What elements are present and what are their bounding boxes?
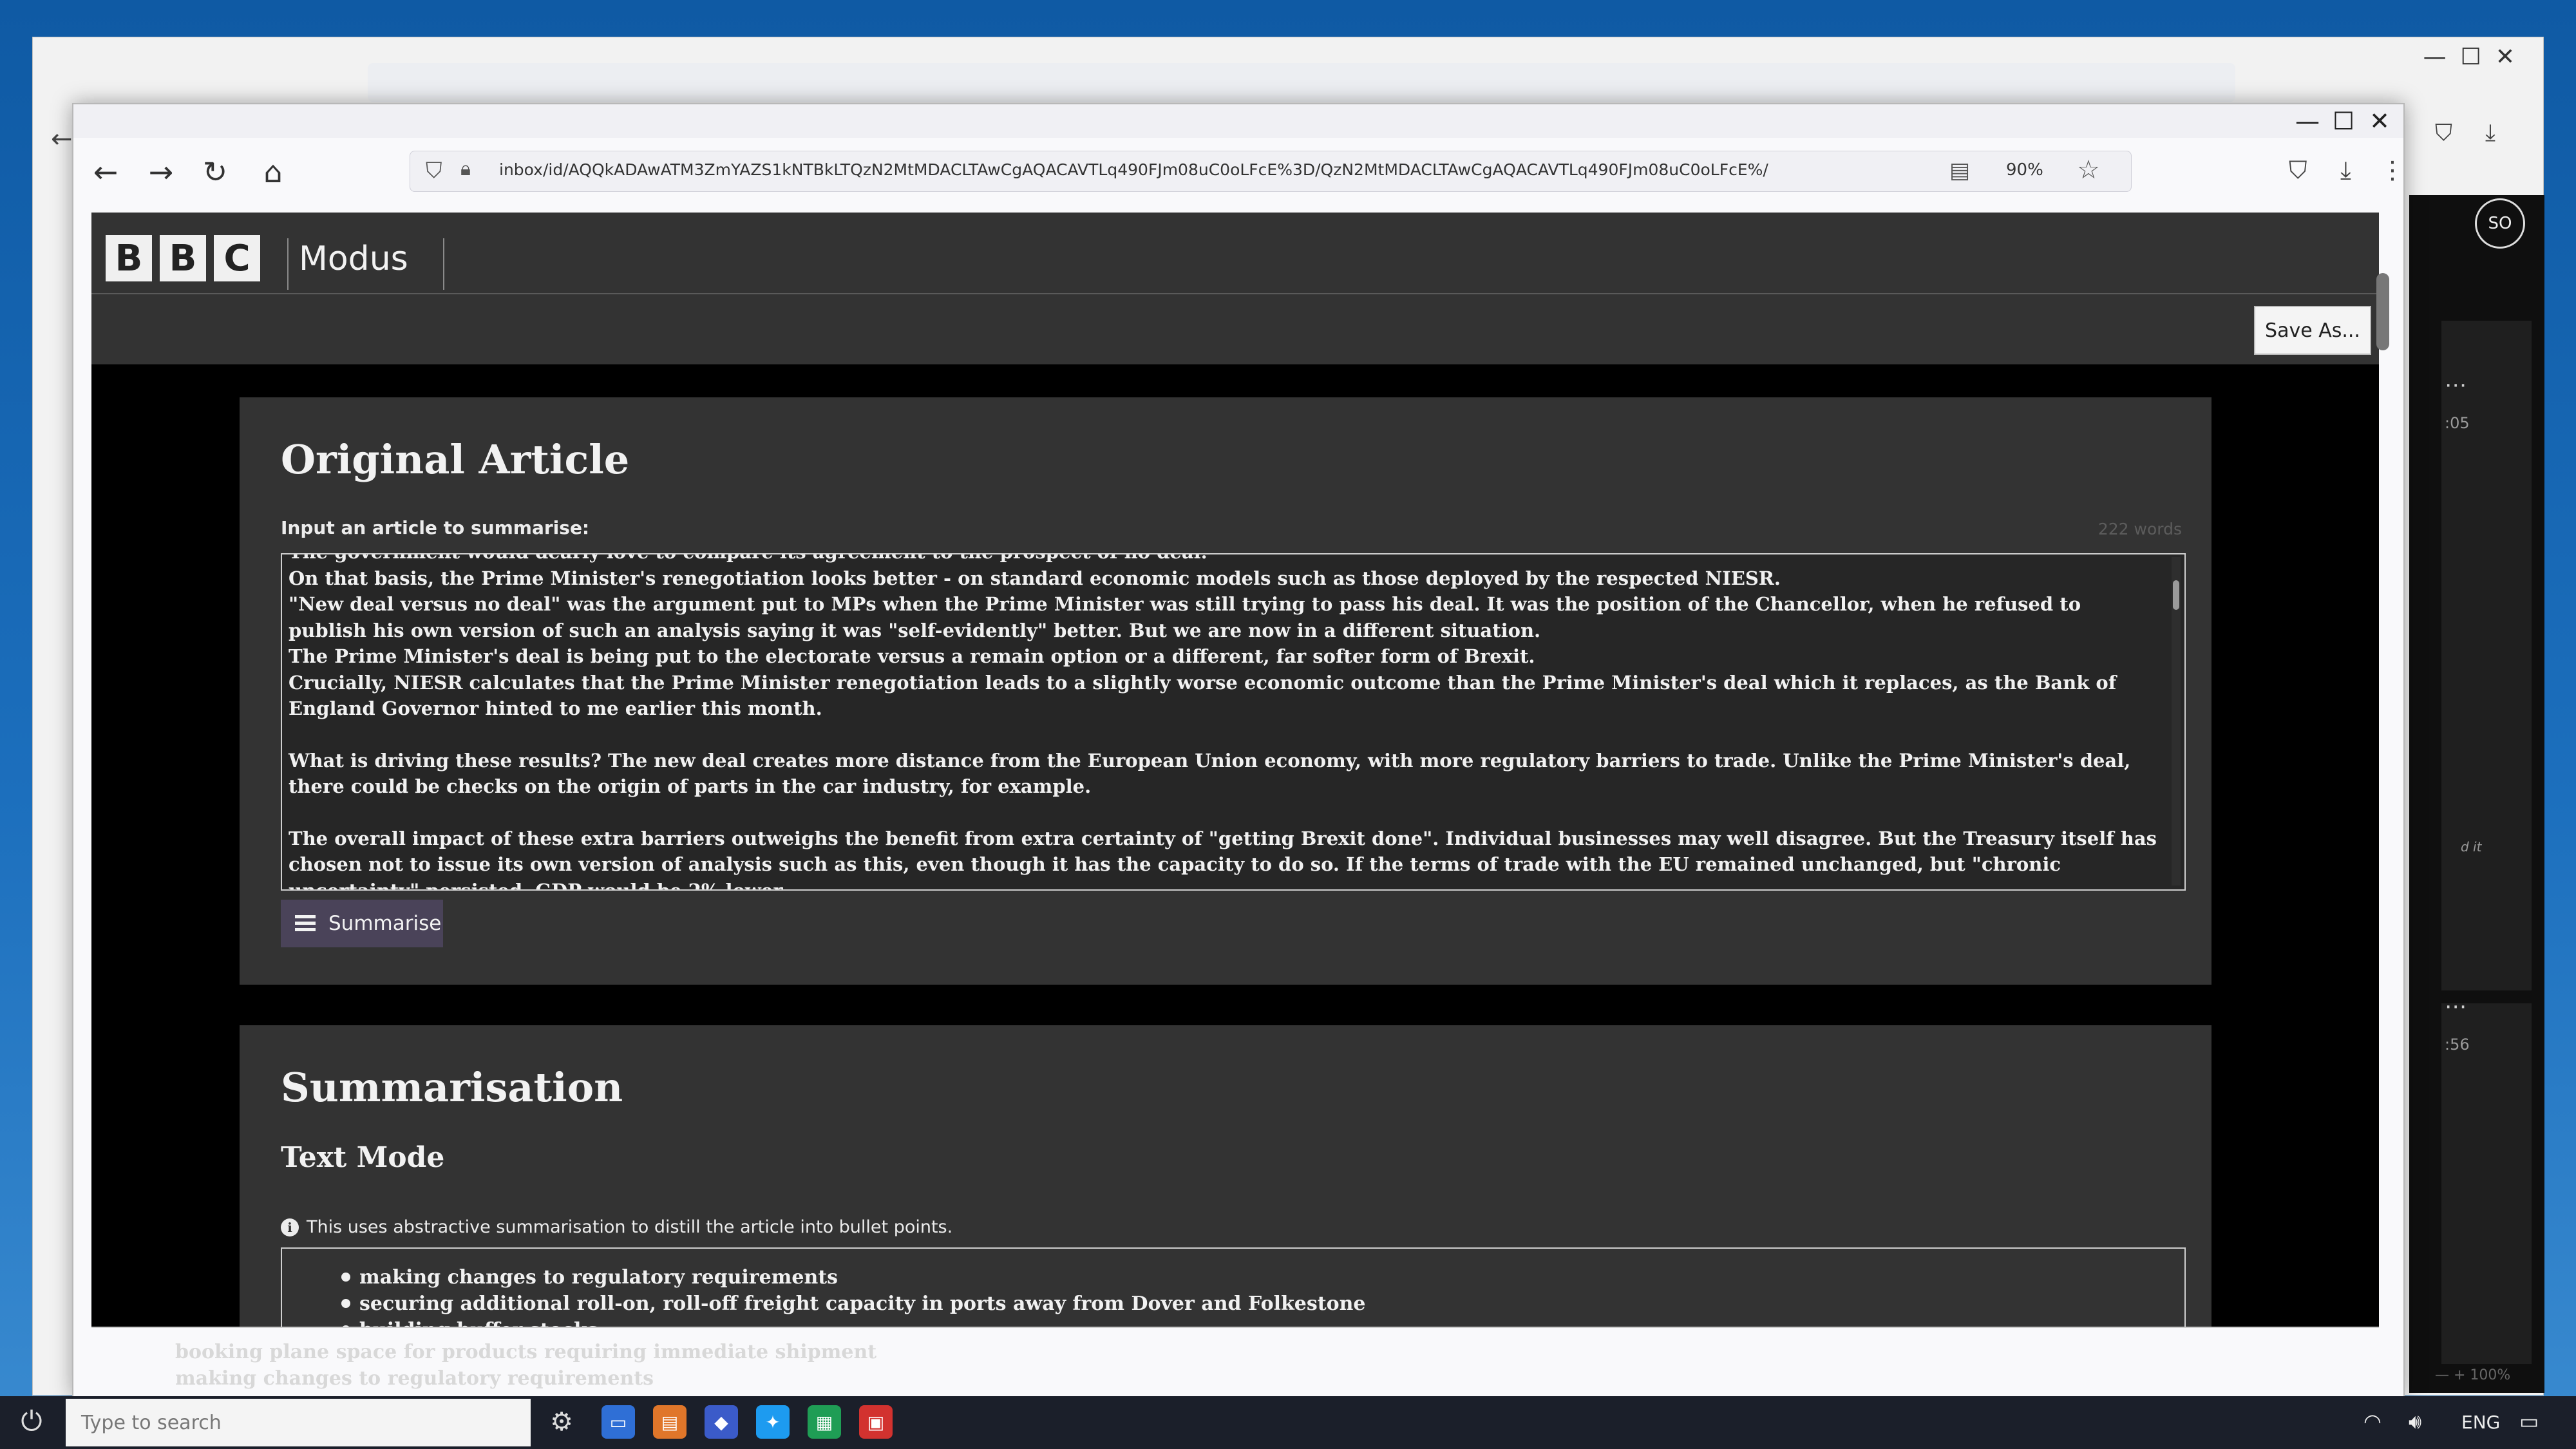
- background-card: [2441, 1003, 2532, 1364]
- list-item: making changes to regulatory requirement…: [175, 1367, 654, 1390]
- menu-icon[interactable]: ⋮: [2380, 156, 2403, 184]
- bbc-logo[interactable]: B B C: [106, 235, 260, 281]
- background-pocket-icon[interactable]: ⛉: [2435, 120, 2452, 147]
- app-name[interactable]: Modus: [299, 240, 408, 278]
- download-icon[interactable]: ⤓: [2340, 156, 2351, 185]
- reader-view-icon[interactable]: ▤: [1949, 158, 1970, 184]
- background-window-controls[interactable]: —☐✕: [2423, 44, 2529, 70]
- lock-icon[interactable]: 🔒︎: [460, 158, 471, 180]
- status-area: booking plane space for products requiri…: [91, 1327, 2379, 1396]
- background-zoom-controls[interactable]: — + 100%: [2435, 1367, 2510, 1383]
- pocket-icon[interactable]: ⛉: [2289, 156, 2307, 185]
- background-zoom-level: 100%: [2470, 1367, 2511, 1383]
- section-title: Original Article: [281, 436, 630, 483]
- files-icon[interactable]: ▤: [653, 1405, 687, 1439]
- info-icon: i: [281, 1218, 299, 1236]
- logo-letter: C: [214, 235, 260, 281]
- background-back-icon[interactable]: ←: [51, 124, 73, 154]
- info-text: This uses abstractive summarisation to d…: [307, 1217, 953, 1237]
- page-scrollbar[interactable]: [2376, 273, 2389, 350]
- list-item: making changes to regulatory requirement…: [340, 1264, 1366, 1291]
- list-item: securing additional roll-on, roll-off fr…: [340, 1291, 1366, 1317]
- taskbar: ⏻ Type to search ⚙ ▭ ▤ ◆ ✦ ▦ ▣ ◠ 🔊︎ ENG …: [0, 1396, 2576, 1449]
- article-paragraph: What is driving these results? The new d…: [289, 749, 2131, 798]
- home-icon[interactable]: ⌂: [254, 155, 292, 189]
- more-options-icon[interactable]: ⋯: [2445, 372, 2467, 398]
- forward-icon[interactable]: →: [142, 155, 180, 189]
- list-item: building buffer stocks: [340, 1317, 1366, 1327]
- background-snippet: d it: [2461, 839, 2482, 855]
- article-paragraph: On that basis, the Prime Minister's rene…: [289, 567, 1781, 589]
- reload-icon[interactable]: ↻: [196, 155, 234, 189]
- logo-letter: B: [106, 235, 152, 281]
- volume-icon[interactable]: 🔊︎: [2409, 1409, 2421, 1434]
- summary-bullets: making changes to regulatory requirement…: [340, 1264, 1366, 1327]
- shield-icon[interactable]: ⛉: [426, 158, 442, 184]
- list-item: booking plane space for products requiri…: [175, 1341, 877, 1363]
- summarise-button[interactable]: Summarise: [281, 900, 443, 947]
- header-divider: [443, 238, 444, 290]
- article-paragraph: The Prime Minister's deal is being put t…: [289, 645, 1535, 667]
- browser-window: — ☐ ✕ ← → ↻ ⌂ ⛉ 🔒︎ inbox/id/AQQkADAwATM3…: [72, 103, 2405, 1397]
- back-icon[interactable]: ←: [86, 155, 125, 189]
- avatar-initials: SO: [2488, 214, 2512, 233]
- wifi-icon[interactable]: ◠: [2363, 1409, 2382, 1434]
- file-manager-icon[interactable]: ▭: [601, 1405, 635, 1439]
- summary-output: making changes to regulatory requirement…: [281, 1247, 2186, 1327]
- zoom-level[interactable]: 90%: [2006, 160, 2043, 180]
- background-url-bar[interactable]: [368, 63, 2235, 102]
- notifications-icon[interactable]: ▭: [2519, 1409, 2539, 1434]
- web-page: B B C Modus Save As... Original Article …: [91, 213, 2379, 1327]
- textarea-scroll-thumb[interactable]: [2173, 580, 2179, 610]
- background-time: :56: [2445, 1036, 2470, 1054]
- section-title: Summarisation: [281, 1064, 623, 1111]
- power-icon[interactable]: ⏻: [14, 1405, 49, 1440]
- url-text[interactable]: inbox/id/AQQkADAwATM3ZmYAZS1kNTBkLTQzN2M…: [499, 160, 1768, 179]
- header-divider: [287, 238, 289, 290]
- window-controls: — ☐ ✕: [2295, 107, 2392, 135]
- more-options-icon[interactable]: ⋯: [2445, 994, 2467, 1019]
- app-header: B B C Modus: [91, 213, 2379, 294]
- input-label: Input an article to summarise:: [281, 517, 590, 538]
- word-count: 222 words: [2098, 520, 2182, 538]
- logo-letter: B: [160, 235, 206, 281]
- article-input[interactable]: The government would dearly love to comp…: [281, 553, 2186, 891]
- info-note: i This uses abstractive summarisation to…: [281, 1217, 952, 1237]
- summarise-label: Summarise: [328, 912, 442, 935]
- minimize-icon[interactable]: —: [2295, 107, 2320, 135]
- save-toolbar: Save As...: [91, 294, 2379, 365]
- url-bar[interactable]: ⛉ 🔒︎ inbox/id/AQQkADAwATM3ZmYAZS1kNTBkLT…: [410, 151, 2132, 192]
- language-indicator[interactable]: ENG: [2461, 1412, 2500, 1433]
- list-icon: [295, 914, 316, 933]
- close-icon[interactable]: ✕: [2367, 107, 2392, 135]
- save-as-button[interactable]: Save As...: [2254, 306, 2371, 355]
- avatar[interactable]: SO: [2475, 198, 2525, 249]
- article-paragraph: The government would dearly love to comp…: [289, 554, 2160, 565]
- mode-title: Text Mode: [281, 1141, 445, 1174]
- article-paragraph: Crucially, NIESR calculates that the Pri…: [289, 671, 2117, 720]
- presentation-icon[interactable]: ▣: [859, 1405, 893, 1439]
- bookmark-star-icon[interactable]: ☆: [2077, 155, 2100, 185]
- spreadsheet-icon[interactable]: ▦: [808, 1405, 841, 1439]
- article-text[interactable]: The government would dearly love to comp…: [289, 554, 2160, 891]
- background-time: :05: [2445, 414, 2470, 432]
- original-article-section: Original Article Input an article to sum…: [240, 397, 2211, 985]
- article-paragraph: The overall impact of these extra barrie…: [289, 827, 2157, 891]
- app-launcher-icon[interactable]: ◆: [705, 1405, 738, 1439]
- search-placeholder: Type to search: [81, 1411, 222, 1434]
- settings-icon[interactable]: ⚙: [545, 1405, 578, 1439]
- title-bar: — ☐ ✕: [73, 104, 2403, 138]
- taskbar-search-input[interactable]: Type to search: [66, 1399, 531, 1446]
- twitter-icon[interactable]: ✦: [756, 1405, 790, 1439]
- summarisation-section: Summarisation Text Mode i This uses abst…: [240, 1025, 2211, 1327]
- article-paragraph: "New deal versus no deal" was the argume…: [289, 593, 2081, 641]
- maximize-icon[interactable]: ☐: [2331, 107, 2356, 135]
- background-download-icon[interactable]: ⤓: [2485, 120, 2496, 147]
